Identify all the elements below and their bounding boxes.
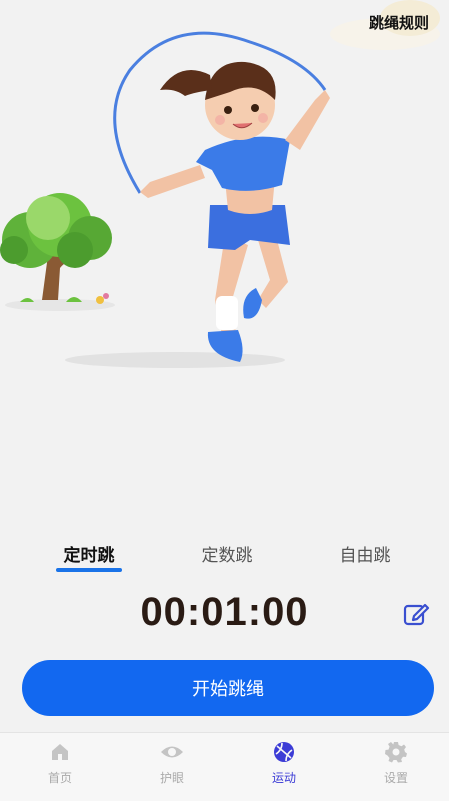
tab-active-indicator	[56, 568, 122, 572]
tab-count[interactable]: 定数跳	[202, 541, 253, 566]
bottom-nav: 首页 护眼 运动 设置	[0, 732, 449, 801]
ball-icon	[274, 742, 294, 762]
start-jump-button[interactable]: 开始跳绳	[22, 660, 434, 716]
timer-display[interactable]: 00:01:00	[0, 590, 449, 635]
gear-icon	[385, 742, 407, 763]
tree-illustration	[0, 193, 112, 304]
girl-illustration	[140, 61, 330, 362]
nav-item-home[interactable]: 首页	[20, 741, 100, 786]
tab-free[interactable]: 自由跳	[340, 541, 391, 566]
edit-icon[interactable]	[402, 600, 430, 628]
nav-label-settings: 设置	[383, 771, 408, 785]
tab-timed[interactable]: 定时跳	[64, 541, 115, 566]
nav-label-sport: 运动	[271, 771, 296, 785]
rules-link[interactable]: 跳绳规则	[369, 12, 429, 33]
home-icon	[52, 744, 68, 760]
hero-illustration	[0, 0, 440, 368]
nav-item-sport[interactable]: 运动	[244, 741, 324, 786]
eye-icon	[161, 746, 183, 758]
nav-label-home: 首页	[47, 771, 72, 785]
nav-item-settings[interactable]: 设置	[356, 741, 436, 786]
nav-item-eye[interactable]: 护眼	[132, 741, 212, 786]
nav-label-eye: 护眼	[159, 771, 184, 785]
